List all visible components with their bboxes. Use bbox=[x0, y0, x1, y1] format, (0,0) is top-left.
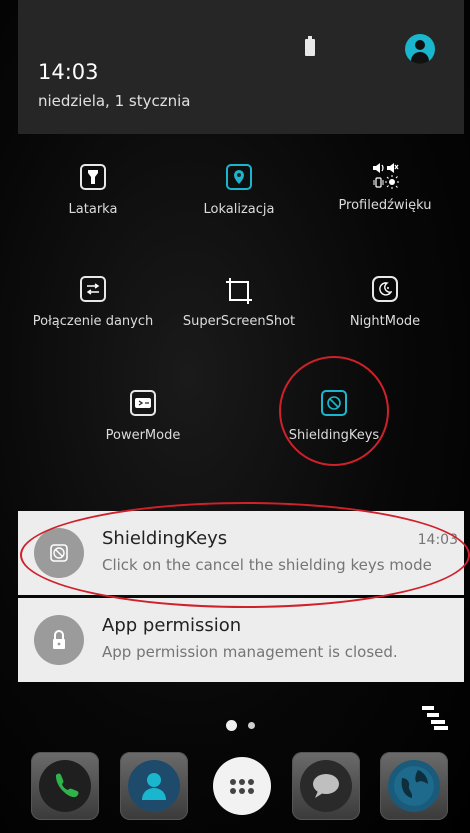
tile-label: PowerMode bbox=[105, 428, 181, 443]
tile-label: NightMode bbox=[349, 314, 421, 329]
tile-label: Latarka bbox=[68, 202, 118, 217]
messages-icon bbox=[300, 760, 352, 812]
tile-nightmode[interactable]: NightMode bbox=[310, 276, 460, 329]
tile-label: Połączenie danych bbox=[32, 314, 154, 329]
highlight-ring bbox=[279, 356, 389, 466]
tile-superscreenshot[interactable]: SuperScreenShot bbox=[164, 276, 314, 329]
sound-profile-icon bbox=[370, 160, 400, 190]
lock-icon bbox=[34, 615, 84, 665]
clock: 14:03 bbox=[38, 60, 99, 84]
phone-icon bbox=[39, 760, 91, 812]
flashlight-icon bbox=[80, 164, 106, 190]
dock-browser[interactable] bbox=[380, 752, 448, 820]
tile-latarka[interactable]: Latarka bbox=[18, 164, 168, 217]
tile-label: Lokalizacja bbox=[203, 202, 275, 217]
user-avatar-icon[interactable] bbox=[405, 34, 435, 64]
notification-app-permission[interactable]: App permission App permission management… bbox=[18, 598, 464, 682]
notification-body: App permission management is closed. bbox=[102, 643, 398, 661]
tile-powermode[interactable]: PowerMode bbox=[68, 390, 218, 443]
location-icon bbox=[226, 164, 252, 190]
tile-polaczenie-danych[interactable]: Połączenie danych bbox=[18, 276, 168, 329]
dock-contacts[interactable] bbox=[120, 752, 188, 820]
browser-icon bbox=[388, 760, 440, 812]
dock-phone[interactable] bbox=[31, 752, 99, 820]
contacts-icon bbox=[128, 760, 180, 812]
data-connection-icon bbox=[80, 276, 106, 302]
battery-icon bbox=[305, 36, 315, 56]
page-indicator-active bbox=[226, 720, 237, 731]
screenshot-icon bbox=[224, 276, 254, 306]
page-indicator bbox=[248, 722, 255, 729]
clear-all-icon[interactable] bbox=[422, 706, 448, 730]
notification-title: App permission bbox=[102, 615, 242, 636]
tile-label: Profiledźwięku bbox=[338, 198, 432, 213]
highlight-ring bbox=[20, 502, 470, 608]
tile-label: SuperScreenShot bbox=[182, 314, 296, 329]
date-label: niedziela, 1 stycznia bbox=[38, 92, 191, 110]
power-mode-icon bbox=[130, 390, 156, 416]
night-mode-icon bbox=[372, 276, 398, 302]
dock-messages[interactable] bbox=[292, 752, 360, 820]
app-drawer-icon[interactable] bbox=[213, 757, 271, 815]
tile-profiledzwieku[interactable]: Profiledźwięku bbox=[310, 160, 460, 213]
tile-lokalizacja[interactable]: Lokalizacja bbox=[164, 164, 314, 217]
